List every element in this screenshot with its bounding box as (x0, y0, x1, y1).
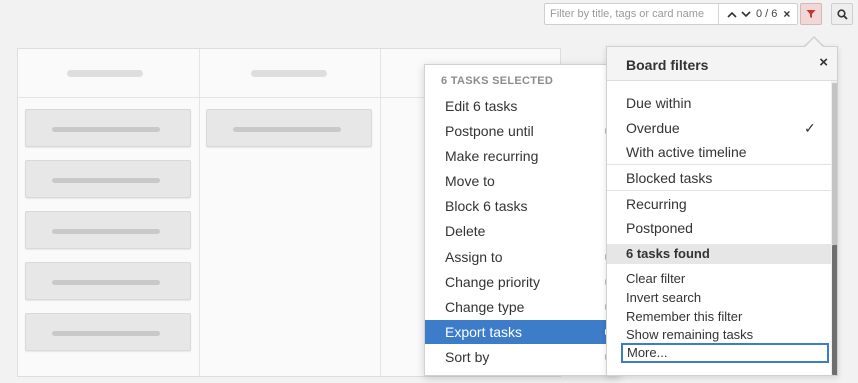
card-line-placeholder (52, 178, 160, 183)
menu-item-assign-to[interactable]: Assign to (425, 245, 619, 269)
funnel-icon (806, 10, 816, 18)
filter-divider (607, 190, 831, 191)
filter-due-within[interactable]: Due within (626, 95, 691, 111)
card-placeholder (25, 109, 191, 147)
menu-item-delete[interactable]: Delete (425, 219, 619, 243)
menu-item-move-to[interactable]: Move to (425, 169, 619, 193)
scrollbar-track-highlight (832, 83, 837, 245)
column-divider (199, 49, 200, 376)
menu-item-make-recurring[interactable]: Make recurring (425, 144, 619, 168)
column-header-placeholder (251, 70, 327, 77)
card-line-placeholder (52, 229, 160, 234)
menu-item-edit-tasks[interactable]: Edit 6 tasks (425, 94, 619, 118)
menu-item-label: Edit 6 tasks (445, 98, 518, 114)
search-box: 0 / 6 × (544, 3, 798, 25)
filters-scrollbar[interactable] (831, 81, 837, 375)
tasks-found-count: 6 tasks found (607, 244, 831, 264)
filters-title: Board filters (626, 57, 709, 73)
card-line-placeholder (52, 280, 160, 285)
chevron-down-icon (741, 10, 751, 17)
show-remaining-tasks-link[interactable]: Show remaining tasks (626, 327, 753, 342)
menu-heading: 6 TASKS SELECTED (441, 75, 554, 87)
card-line-placeholder (233, 127, 341, 132)
filter-recurring[interactable]: Recurring (626, 196, 687, 212)
menu-item-change-type[interactable]: Change type (425, 295, 619, 319)
more-filters-link[interactable]: More... (621, 343, 829, 363)
remember-filter-link[interactable]: Remember this filter (626, 309, 742, 324)
card-line-placeholder (52, 127, 160, 132)
filter-active-timeline[interactable]: With active timeline (626, 144, 747, 160)
menu-item-postpone-until[interactable]: Postpone until (425, 119, 619, 143)
checkmark-icon: ✓ (804, 120, 816, 136)
filter-toggle-button[interactable] (800, 3, 822, 25)
search-toggle-button[interactable] (831, 3, 853, 25)
menu-item-label: Make recurring (445, 148, 539, 164)
invert-search-link[interactable]: Invert search (626, 290, 701, 305)
menu-item-label: Change type (445, 299, 525, 315)
menu-item-block-tasks[interactable]: Block 6 tasks (425, 194, 619, 218)
card-line-placeholder (52, 331, 160, 336)
card-placeholder (25, 211, 191, 249)
menu-item-label: Move to (445, 173, 495, 189)
filters-pointer-fill (805, 38, 823, 47)
menu-item-export-tasks[interactable]: Export tasks (425, 320, 619, 344)
menu-item-label: Postpone until (445, 123, 534, 139)
filter-divider (607, 164, 831, 165)
menu-item-label: Sort by (445, 349, 490, 365)
filters-header: Board filters × (607, 47, 837, 81)
previous-match-button[interactable] (725, 4, 739, 24)
filter-overdue[interactable]: Overdue (626, 120, 680, 136)
card-placeholder (25, 313, 191, 351)
filter-postponed[interactable]: Postponed (626, 220, 693, 236)
bulk-actions-context-menu: 6 TASKS SELECTED Edit 6 tasks Postpone u… (424, 64, 620, 376)
menu-item-label: Assign to (445, 249, 503, 265)
menu-item-label: Change priority (445, 274, 540, 290)
menu-item-change-priority[interactable]: Change priority (425, 270, 619, 294)
menu-item-label: Block 6 tasks (445, 198, 528, 214)
menu-item-label: Delete (445, 223, 486, 239)
next-match-button[interactable] (739, 4, 753, 24)
search-input[interactable] (545, 4, 719, 24)
board-filters-panel: Board filters × Due within Overdue ✓ Wit… (606, 46, 838, 376)
column-header-placeholder (67, 70, 143, 77)
column-divider (380, 49, 381, 376)
scrollbar-thumb[interactable] (832, 245, 837, 375)
close-filters-button[interactable]: × (819, 54, 828, 71)
magnifier-icon (836, 8, 848, 20)
card-placeholder (25, 160, 191, 198)
filter-blocked-tasks[interactable]: Blocked tasks (626, 170, 712, 186)
menu-item-label: Export tasks (445, 324, 523, 340)
chevron-up-icon (727, 11, 737, 18)
menu-item-sort-by[interactable]: Sort by (425, 345, 619, 369)
clear-search-button[interactable]: × (783, 7, 790, 21)
card-placeholder (206, 109, 372, 147)
card-placeholder (25, 262, 191, 300)
match-counter: 0 / 6 (756, 8, 778, 20)
clear-filter-link[interactable]: Clear filter (626, 271, 685, 286)
